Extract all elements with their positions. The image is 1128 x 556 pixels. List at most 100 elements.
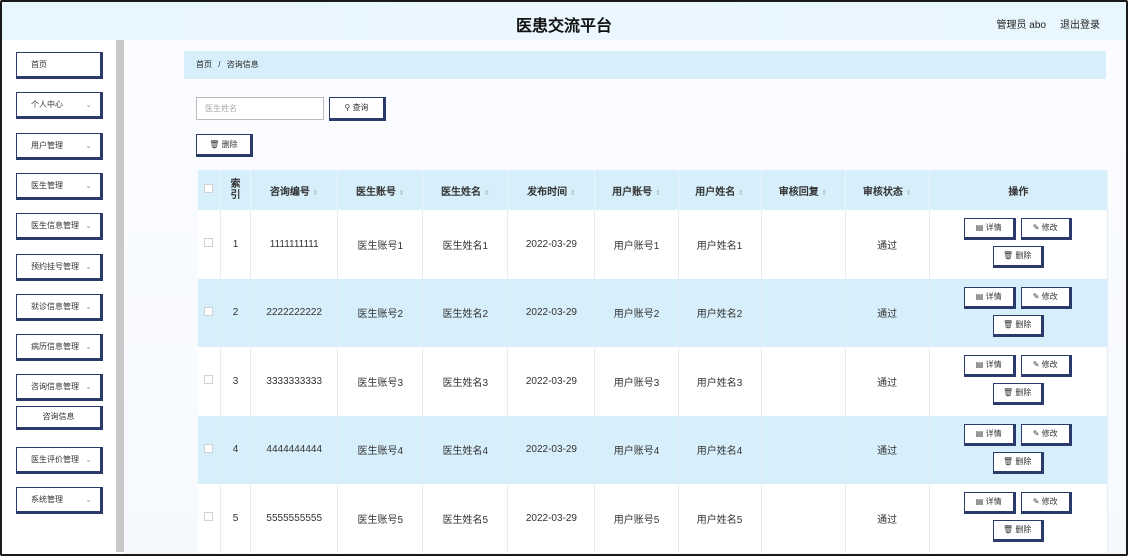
cell-time: 2022-03-29 <box>507 484 596 553</box>
breadcrumb-home[interactable]: 首页 <box>196 60 212 69</box>
detail-button[interactable]: ▤ 详情 <box>963 423 1016 446</box>
sidebar-item[interactable]: 预约挂号管理 ⌄ <box>16 254 103 281</box>
cell-index: 1 <box>220 210 252 279</box>
sidebar-item[interactable]: 就诊信息管理 ⌄ <box>16 294 103 321</box>
cell-doctor-account: 医生账号1 <box>337 210 424 279</box>
cell-status: 通过 <box>845 415 930 484</box>
app-window: 医患交流平台 管理员 abo 退出登录 首页 个人中心 ⌄ 用户管理 ⌄ 医生管理 ⌄ 医生信… <box>0 0 1128 556</box>
search-button-label: 查询 <box>352 103 369 112</box>
sidebar-item-label: 医生评价管理 <box>31 455 79 464</box>
sort-icon[interactable]: ⇕ <box>822 190 828 197</box>
select-all-checkbox[interactable] <box>204 184 214 193</box>
delete-button-label: 删除 <box>1015 456 1032 466</box>
delete-button[interactable]: 🗑 删除 <box>992 520 1044 543</box>
cell-user-account: 用户账号2 <box>594 278 679 347</box>
row-checkbox[interactable] <box>204 375 214 385</box>
edit-button[interactable]: ✎ 修改 <box>1020 286 1072 309</box>
col-user-name[interactable]: 用户姓名 ⇕ <box>678 170 762 210</box>
edit-button[interactable]: ✎ 修改 <box>1020 423 1072 446</box>
sidebar-item-label: 预约挂号管理 <box>31 262 79 271</box>
cell-doctor-name: 医生姓名5 <box>422 484 509 553</box>
cell-status: 通过 <box>845 484 930 553</box>
cell-time: 2022-03-29 <box>507 415 596 484</box>
breadcrumb: 首页 / 咨询信息 <box>184 51 1106 79</box>
doctor-name-search-input[interactable]: 医生姓名 <box>196 97 324 120</box>
col-status-label: 审核状态 <box>862 186 903 198</box>
delete-button-label: 删除 <box>1015 388 1032 398</box>
sort-icon[interactable]: ⇕ <box>399 190 405 197</box>
edit-button[interactable]: ✎ 修改 <box>1020 492 1072 515</box>
pencil-icon: ✎ <box>1032 497 1042 507</box>
col-reply[interactable]: 审核回复 ⇕ <box>761 170 846 210</box>
detail-button-label: 详情 <box>985 223 1002 233</box>
chevron-down-icon: ⌄ <box>85 455 92 464</box>
sidebar-item[interactable]: 咨询信息管理 ⌄ <box>16 374 103 401</box>
sort-icon[interactable]: ⇕ <box>313 190 319 197</box>
sidebar-item[interactable]: 用户管理 ⌄ <box>16 133 103 160</box>
detail-button[interactable]: ▤ 详情 <box>963 286 1016 309</box>
delete-button[interactable]: 🗑 删除 <box>992 314 1044 337</box>
batch-delete-label: 删除 <box>221 140 238 149</box>
sort-icon[interactable]: ⇕ <box>655 190 661 197</box>
col-doctor-name[interactable]: 医生姓名 ⇕ <box>422 170 509 210</box>
sidebar-item[interactable]: 个人中心 ⌄ <box>16 92 103 119</box>
cell-reply <box>761 278 846 347</box>
table-row: 5 5555555555 医生账号5 医生姓名5 2022-03-29 用户账号5 用户姓名… <box>198 484 1109 553</box>
cell-actions: ▤ 详情 ✎ 修改 🗑 删除 <box>929 210 1109 279</box>
sidebar-item[interactable]: 首页 <box>16 52 103 79</box>
pencil-icon: ✎ <box>1032 360 1042 370</box>
sidebar-subitem-consult-info[interactable]: 咨询信息 <box>16 406 103 430</box>
col-code[interactable]: 咨询编号 ⇕ <box>250 170 339 210</box>
cell-user-name: 用户姓名5 <box>678 484 762 553</box>
cell-time: 2022-03-29 <box>507 210 596 279</box>
row-checkbox[interactable] <box>204 443 214 453</box>
sort-icon[interactable]: ⇕ <box>484 190 490 197</box>
detail-button-label: 详情 <box>985 428 1002 438</box>
col-status[interactable]: 审核状态 ⇕ <box>845 170 930 210</box>
sidebar-item[interactable]: 系统管理 ⌄ <box>16 487 103 514</box>
cell-doctor-name: 医生姓名2 <box>422 278 509 347</box>
sidebar-item-label: 用户管理 <box>31 141 63 150</box>
delete-button[interactable]: 🗑 删除 <box>992 246 1044 269</box>
chevron-down-icon: ⌄ <box>85 141 92 150</box>
trash-icon: 🗑 <box>1002 456 1016 466</box>
col-time[interactable]: 发布时间 ⇕ <box>507 170 596 210</box>
row-checkbox[interactable] <box>204 238 214 248</box>
row-checkbox[interactable] <box>204 306 214 316</box>
pencil-icon: ✎ <box>1032 223 1042 233</box>
detail-button-label: 详情 <box>985 360 1002 370</box>
search-button[interactable]: ⚲ 查询 <box>329 97 386 121</box>
detail-button[interactable]: ▤ 详情 <box>963 492 1016 515</box>
col-user-account[interactable]: 用户账号 ⇕ <box>594 170 679 210</box>
col-doctor-account[interactable]: 医生账号 ⇕ <box>337 170 424 210</box>
cell-code: 1111111111 <box>250 210 339 279</box>
cell-code: 3333333333 <box>250 347 339 416</box>
edit-button[interactable]: ✎ 修改 <box>1020 218 1072 241</box>
row-checkbox[interactable] <box>204 512 214 522</box>
sidebar-item-label: 医生管理 <box>31 181 63 190</box>
trash-icon: 🗑 <box>1002 388 1016 398</box>
sort-icon[interactable]: ⇕ <box>738 190 744 197</box>
sort-icon[interactable]: ⇕ <box>906 190 912 197</box>
detail-button[interactable]: ▤ 详情 <box>963 218 1016 241</box>
cell-actions: ▤ 详情 ✎ 修改 🗑 删除 <box>929 415 1109 484</box>
cell-index: 3 <box>220 347 252 416</box>
cell-user-name: 用户姓名4 <box>678 415 762 484</box>
delete-button[interactable]: 🗑 删除 <box>992 451 1044 474</box>
document-icon: ▤ <box>975 428 986 438</box>
select-all-cell <box>198 170 221 210</box>
detail-button[interactable]: ▤ 详情 <box>963 355 1016 378</box>
sidebar-item[interactable]: 病历信息管理 ⌄ <box>16 334 103 361</box>
edit-button-label: 修改 <box>1041 428 1058 438</box>
sidebar-item[interactable]: 医生管理 ⌄ <box>16 173 103 200</box>
logout-link[interactable]: 退出登录 <box>1060 16 1100 31</box>
batch-delete-button[interactable]: 🗑 删除 <box>196 134 253 157</box>
sidebar-scrollbar[interactable] <box>116 40 124 552</box>
row-actions: ▤ 详情 ✎ 修改 🗑 删除 <box>930 416 1107 484</box>
sort-icon[interactable]: ⇕ <box>570 190 576 197</box>
sidebar-item[interactable]: 医生评价管理 ⌄ <box>16 447 103 474</box>
sidebar-item[interactable]: 医生信息管理 ⌄ <box>16 213 103 240</box>
trash-icon: 🗑 <box>1002 319 1016 329</box>
delete-button[interactable]: 🗑 删除 <box>992 383 1044 406</box>
edit-button[interactable]: ✎ 修改 <box>1020 355 1072 378</box>
